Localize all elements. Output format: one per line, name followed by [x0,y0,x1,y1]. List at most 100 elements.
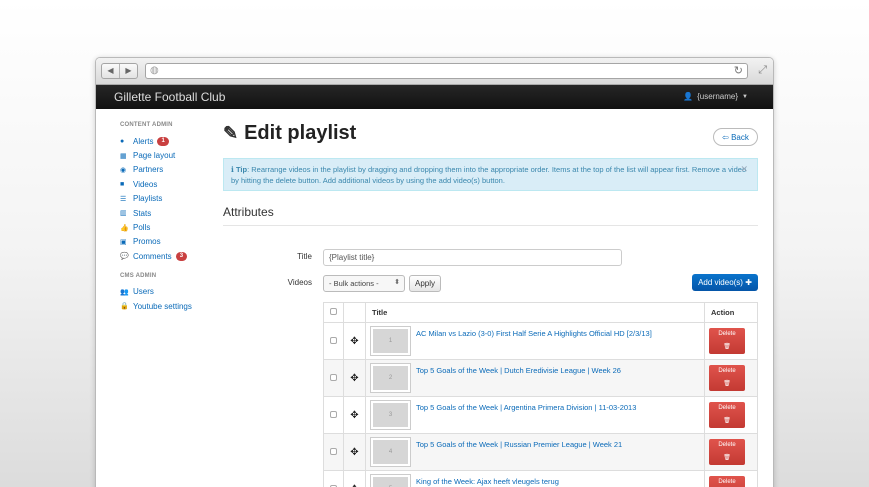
select-arrows-icon: ⬍ [394,279,400,286]
sidebar-item-comments[interactable]: 💬 Comments 3 [120,249,216,263]
trash-icon: 🗑 [723,418,731,424]
table-row[interactable]: ✥ 4 Top 5 Goals of the Week | Russian Pr… [323,433,758,471]
table-row[interactable]: ✥ 2 Top 5 Goals of the Week | Dutch Ered… [323,359,758,397]
row-checkbox-cell [323,470,344,487]
sidebar-item-promos[interactable]: ▣ Promos [120,235,216,249]
lock-icon: 🔒 [120,303,129,311]
forward-arrow-icon[interactable]: ▶ [120,64,137,78]
trash-icon: 🗑 [723,381,731,387]
close-icon[interactable]: ✕ [740,164,748,175]
username-label: {username} [697,92,739,101]
info-icon: ℹ [231,165,234,174]
apply-button[interactable]: Apply [409,275,441,292]
fullscreen-icon[interactable]: ⤢ [758,64,767,76]
delete-button[interactable]: Delete 🗑 [709,439,745,465]
sidebar-item-label: Polls [133,223,151,233]
sidebar: CONTENT ADMIN ● Alerts 1 ▦ Page layout ◉… [120,122,216,313]
delete-button[interactable]: Delete 🗑 [709,476,745,487]
tip-label: Tip [235,165,248,174]
sidebar-item-partners[interactable]: ◉ Partners [120,163,216,177]
sidebar-item-videos[interactable]: ■ Videos [120,177,216,191]
sidebar-item-label: Alerts [133,136,154,146]
video-cell: 2 Top 5 Goals of the Week | Dutch Erediv… [365,359,705,397]
video-thumbnail: 4 [370,437,411,467]
browser-window: ◀ ▶ ◍ ↻ ⤢ Gillette Football Club 👤 {user… [95,57,774,487]
drag-handle-icon[interactable]: ✥ [343,433,366,471]
history-buttons: ◀ ▶ [101,63,138,79]
title-header: Title [365,302,705,323]
video-camera-icon: ■ [120,180,125,188]
plus-icon: ✚ [745,278,752,287]
comment-icon: 💬 [120,253,129,261]
row-checkbox-cell [323,359,344,397]
drag-handle-icon[interactable]: ✥ [343,470,366,487]
row-checkbox[interactable] [330,373,337,381]
delete-button[interactable]: Delete 🗑 [709,365,745,391]
sidebar-item-playlists[interactable]: ☰ Playlists [120,192,216,206]
video-title-link[interactable]: Top 5 Goals of the Week | Argentina Prim… [416,400,636,430]
user-menu[interactable]: 👤 {username} ▼ [683,92,748,101]
video-title-link[interactable]: AC Milan vs Lazio (3-0) First Half Serie… [416,326,652,356]
videos-row: Videos - Bulk actions - ⬍ Apply Add vide… [223,272,758,296]
row-checkbox-cell [323,396,344,434]
sidebar-item-label: Partners [133,165,164,175]
address-bar[interactable]: ◍ ↻ [145,63,748,79]
delete-label: Delete [718,331,736,337]
brand-link[interactable]: Gillette Football Club [114,90,225,104]
delete-button[interactable]: Delete 🗑 [709,402,745,428]
title-label: Title [297,252,312,261]
videos-label: Videos [287,278,312,287]
sidebar-item-label: Playlists [133,194,163,204]
sidebar-item-youtube-settings[interactable]: 🔒 Youtube settings [120,299,216,313]
sidebar-section-cms-admin: CMS ADMIN [120,272,157,279]
table-row[interactable]: ✥ 5 King of the Week: Ajax heeft vleugel… [323,470,758,487]
globe-icon: ◉ [120,166,127,174]
video-title-link[interactable]: Top 5 Goals of the Week | Dutch Eredivis… [416,363,621,393]
trash-icon: 🗑 [723,455,731,461]
picture-icon: ▣ [120,238,127,246]
drag-handle-icon[interactable]: ✥ [343,322,366,360]
sidebar-item-stats[interactable]: ▥ Stats [120,206,216,220]
row-checkbox[interactable] [330,336,337,344]
video-cell: 1 AC Milan vs Lazio (3-0) First Half Ser… [365,322,705,360]
delete-button[interactable]: Delete 🗑 [709,328,745,354]
row-checkbox[interactable] [330,410,337,418]
title-row: Title {Playlist title} [223,246,758,270]
drag-handle-icon[interactable]: ✥ [343,396,366,434]
select-all-checkbox[interactable] [330,308,337,315]
row-checkbox-cell [323,322,344,360]
sidebar-item-label: Youtube settings [133,301,192,311]
video-title-link[interactable]: Top 5 Goals of the Week | Russian Premie… [416,437,622,467]
video-thumbnail: 3 [370,400,411,430]
video-title-link[interactable]: King of the Week: Ajax heeft vleugels te… [416,474,559,487]
delete-label: Delete [718,405,736,411]
sidebar-item-alerts[interactable]: ● Alerts 1 [120,134,216,148]
table-header: Title Action [323,302,758,323]
back-arrow-icon[interactable]: ◀ [102,64,120,78]
drag-handle-icon[interactable]: ✥ [343,359,366,397]
sidebar-item-page-layout[interactable]: ▦ Page layout [120,148,216,162]
list-icon: ☰ [120,195,127,203]
trash-icon: 🗑 [723,344,731,350]
select-all-cell [323,302,344,323]
action-header: Action [704,302,758,323]
grid-icon: ▦ [120,152,127,160]
sidebar-item-users[interactable]: 👥 Users [120,285,216,299]
bulk-actions-select[interactable]: - Bulk actions - ⬍ [323,275,405,292]
playlist-title-input[interactable]: {Playlist title} [323,249,622,266]
table-row[interactable]: ✥ 1 AC Milan vs Lazio (3-0) First Half S… [323,322,758,360]
thumbnail-number: 1 [373,329,408,353]
thumbnail-number: 5 [373,477,408,487]
exclamation-circle-icon: ● [120,137,125,145]
add-videos-button[interactable]: Add video(s) ✚ [692,274,758,291]
browser-toolbar: ◀ ▶ ◍ ↻ ⤢ [96,58,773,85]
table-row[interactable]: ✥ 3 Top 5 Goals of the Week | Argentina … [323,396,758,434]
sidebar-item-polls[interactable]: 👍 Polls [120,220,216,234]
row-checkbox[interactable] [330,447,337,455]
reload-icon[interactable]: ↻ [734,65,743,77]
video-thumbnail: 2 [370,363,411,393]
action-cell: Delete 🗑 [704,433,758,471]
sidebar-section-content-admin: CONTENT ADMIN [120,122,173,128]
bar-chart-icon: ▥ [120,210,127,218]
back-button[interactable]: ⇦ Back [713,128,758,146]
